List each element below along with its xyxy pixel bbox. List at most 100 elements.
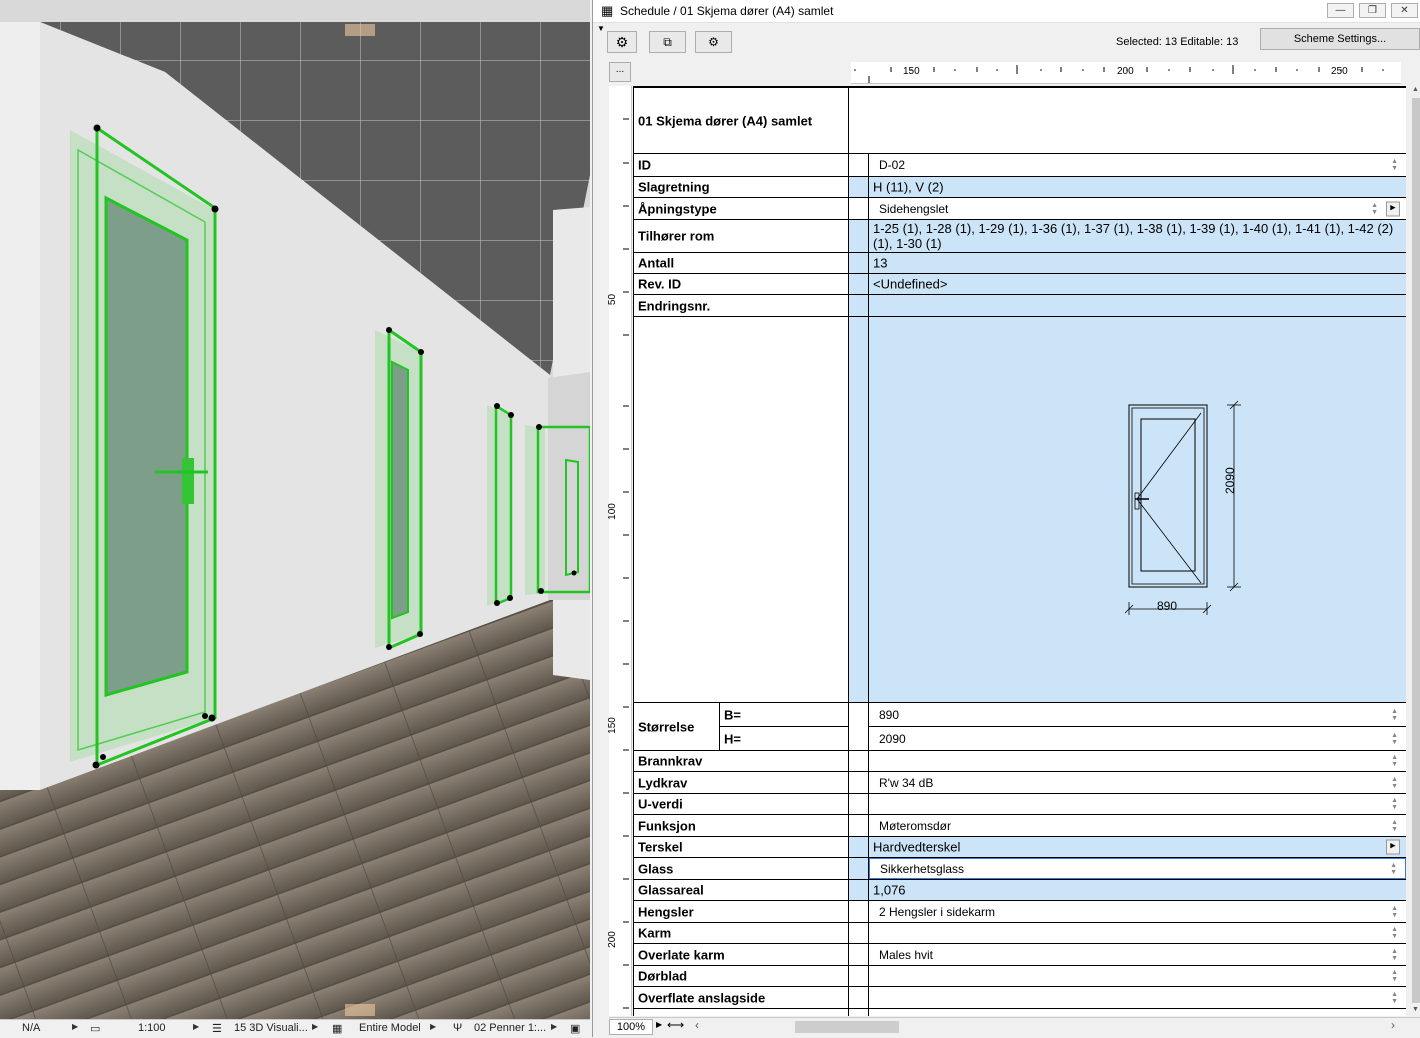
caret-right-icon[interactable]: ▶ — [430, 1022, 436, 1031]
scroll-up-icon[interactable]: ▲ — [1412, 86, 1419, 93]
value-overlate-karm[interactable]: Males hvit — [879, 948, 933, 962]
caret-right-icon[interactable]: ▶ — [551, 1022, 557, 1031]
schedule-sheet[interactable]: 01 Skjema dører (A4) samlet ID D-02 ▲ ▼ Sl… — [633, 86, 1406, 1016]
vertical-scrollbar[interactable]: ▲ ▼ — [1411, 86, 1420, 1016]
table-row[interactable]: Hengsler 2 Hengsler i sidekarm ▲ ▼ — [634, 901, 1406, 923]
table-row[interactable]: U-verdi ▲ ▼ — [634, 794, 1406, 815]
value-glass[interactable]: Sikkerhetsglass — [880, 862, 964, 876]
fit-width-icon[interactable]: ⟷ — [667, 1018, 684, 1032]
table-row[interactable]: Endringsnr. — [634, 295, 1406, 317]
row-label-h: H= — [724, 731, 741, 747]
spinner-icon[interactable]: ▲ ▼ — [1391, 158, 1398, 172]
scroll-down-icon[interactable]: ▼ — [1412, 1006, 1419, 1013]
row-label-overflate-anslagside: Overflate anslagside — [638, 990, 766, 1005]
table-row[interactable]: Lydkrav R'w 34 dB ▲ ▼ — [634, 772, 1406, 794]
window-title: Schedule / 01 Skjema dører (A4) samlet — [620, 4, 834, 18]
scale-dropdown[interactable]: 1:100 — [138, 1022, 166, 1034]
spinner-icon[interactable]: ▲ ▼ — [1391, 732, 1398, 746]
row-label-rev-id: Rev. ID — [638, 276, 682, 292]
row-label-dorblad: Dørblad — [638, 968, 688, 984]
grid-icon: ▦ — [601, 3, 614, 18]
caret-right-icon[interactable]: ▶ — [72, 1022, 78, 1031]
play-arrow-icon[interactable]: ▶ — [1386, 839, 1400, 855]
value-slagretning[interactable]: H (11), V (2) — [873, 180, 944, 195]
more-options-button[interactable]: ... — [609, 62, 631, 82]
spinner-icon[interactable]: ▲ ▼ — [1391, 754, 1398, 768]
table-row[interactable]: Slagretning H (11), V (2) — [634, 177, 1406, 198]
spinner-icon[interactable]: ▲ ▼ — [1391, 991, 1398, 1005]
restore-button[interactable]: ❐ — [1359, 3, 1386, 18]
value-funksjon[interactable]: Møteromsdør — [879, 819, 951, 833]
spinner-icon[interactable]: ▲ ▼ — [1391, 776, 1398, 790]
caret-right-icon[interactable]: ▶ — [312, 1022, 318, 1031]
model-icon: ▦ — [332, 1023, 343, 1035]
value-lydkrav[interactable]: R'w 34 dB — [879, 776, 933, 790]
3d-scene[interactable] — [0, 0, 590, 1019]
table-row[interactable]: Glassareal 1,076 — [634, 880, 1406, 901]
table-row[interactable]: Dørblad ▲ ▼ — [634, 966, 1406, 987]
spinner-icon[interactable]: ▲ ▼ — [1390, 862, 1397, 876]
value-id[interactable]: D-02 — [879, 158, 905, 172]
close-button[interactable]: ✕ — [1391, 3, 1418, 18]
scheme-settings-button[interactable]: Scheme Settings... — [1260, 28, 1420, 50]
ruler-tick-label: 200 — [606, 931, 618, 948]
value-tilhorer-rom-line2[interactable]: (1), 1-30 (1) — [873, 236, 942, 251]
spinner-icon[interactable]: ▲ ▼ — [1391, 905, 1398, 919]
table-row[interactable]: Karm ▲ ▼ — [634, 923, 1406, 944]
caret-right-icon[interactable]: ▶ — [193, 1022, 199, 1031]
3d-viewport[interactable] — [0, 0, 590, 1019]
scroll-left-icon[interactable]: ‹ — [695, 1018, 699, 1032]
table-row[interactable]: ID D-02 ▲ ▼ — [634, 154, 1406, 177]
scroll-right-icon[interactable]: › — [1391, 1018, 1395, 1032]
value-hengsler[interactable]: 2 Hengsler i sidekarm — [879, 905, 995, 919]
row-label-glassareal: Glassareal — [638, 882, 704, 898]
select-elements-icon[interactable]: ⧉ — [649, 31, 686, 53]
spinner-icon[interactable]: ▲ ▼ — [1391, 797, 1398, 811]
zoom-field[interactable]: 100% — [609, 1019, 653, 1035]
table-row[interactable]: Antall 13 — [634, 253, 1406, 274]
table-row[interactable]: Tilhører rom 1-25 (1), 1-28 (1), 1-29 (1… — [634, 220, 1406, 253]
schedule-window: ▦ Schedule / 01 Skjema dører (A4) samlet… — [592, 0, 1420, 1038]
display-icon[interactable]: ▣ — [570, 1022, 580, 1035]
table-row[interactable]: Glass Sikkerhetsglass ▲ ▼ — [634, 858, 1406, 880]
value-rev-id[interactable]: <Undefined> — [873, 277, 947, 292]
spinner-icon[interactable]: ▲ ▼ — [1371, 202, 1378, 216]
spinner-icon[interactable]: ▲ ▼ — [1391, 948, 1398, 962]
caret-right-icon[interactable]: ▶ — [656, 1020, 662, 1029]
title-bar[interactable]: ▦ Schedule / 01 Skjema dører (A4) samlet… — [593, 0, 1420, 23]
table-row[interactable]: Terskel Hardvedterskel ▶ — [634, 837, 1406, 858]
end-wall — [0, 22, 40, 790]
settings-gear-icon[interactable]: ⚙ — [607, 31, 637, 53]
value-antall: 13 — [873, 255, 888, 271]
spinner-icon[interactable]: ▲ ▼ — [1391, 926, 1398, 940]
table-row[interactable]: Åpningstype Sidehengslet ▲ ▼ ▶ — [634, 198, 1406, 220]
play-arrow-icon[interactable]: ▶ — [1386, 201, 1400, 216]
table-row[interactable]: Rev. ID <Undefined> — [634, 274, 1406, 295]
door-1 — [70, 124, 219, 769]
minimize-button[interactable]: — — [1327, 3, 1354, 18]
table-row[interactable]: Funksjon Møteromsdør ▲ ▼ — [634, 815, 1406, 837]
value-terskel[interactable]: Hardvedterskel — [873, 840, 960, 855]
scroll-thumb[interactable] — [1412, 98, 1420, 1003]
spinner-icon[interactable]: ▲ ▼ — [1391, 819, 1398, 833]
value-b[interactable]: 890 — [879, 708, 899, 722]
pens-dropdown[interactable]: 02 Penner 1:... — [474, 1022, 546, 1034]
value-h[interactable]: 2090 — [879, 732, 906, 746]
model-dropdown[interactable]: Entire Model — [359, 1022, 421, 1034]
row-label-tilhorer-rom: Tilhører rom — [638, 228, 715, 244]
row-label-overlate-karm: Overlate karm — [638, 947, 725, 962]
value-tilhorer-rom-line1[interactable]: 1-25 (1), 1-28 (1), 1-29 (1), 1-36 (1), … — [873, 221, 1393, 236]
horizontal-scroll-thumb[interactable] — [795, 1021, 899, 1033]
element-settings-icon[interactable]: ⚙ — [695, 31, 732, 53]
spinner-icon[interactable]: ▲ ▼ — [1391, 969, 1398, 983]
table-row[interactable]: Overlate karm Males hvit ▲ ▼ — [634, 944, 1406, 966]
table-row[interactable]: Størrelse B= H= 890 ▲ ▼ 2090 ▲ ▼ — [634, 703, 1406, 751]
schedule-header-row: 01 Skjema dører (A4) samlet — [634, 88, 1406, 154]
caret-down-icon[interactable]: ▼ — [597, 24, 605, 33]
door-preview-row: 2090 890 — [634, 317, 1406, 703]
spinner-icon[interactable]: ▲ ▼ — [1391, 708, 1398, 722]
value-apningstype[interactable]: Sidehengslet — [879, 202, 948, 216]
view-dropdown[interactable]: 15 3D Visuali... — [234, 1022, 308, 1034]
table-row[interactable]: Brannkrav ▲ ▼ — [634, 751, 1406, 772]
table-row[interactable]: Overflate anslagside ▲ ▼ — [634, 987, 1406, 1009]
